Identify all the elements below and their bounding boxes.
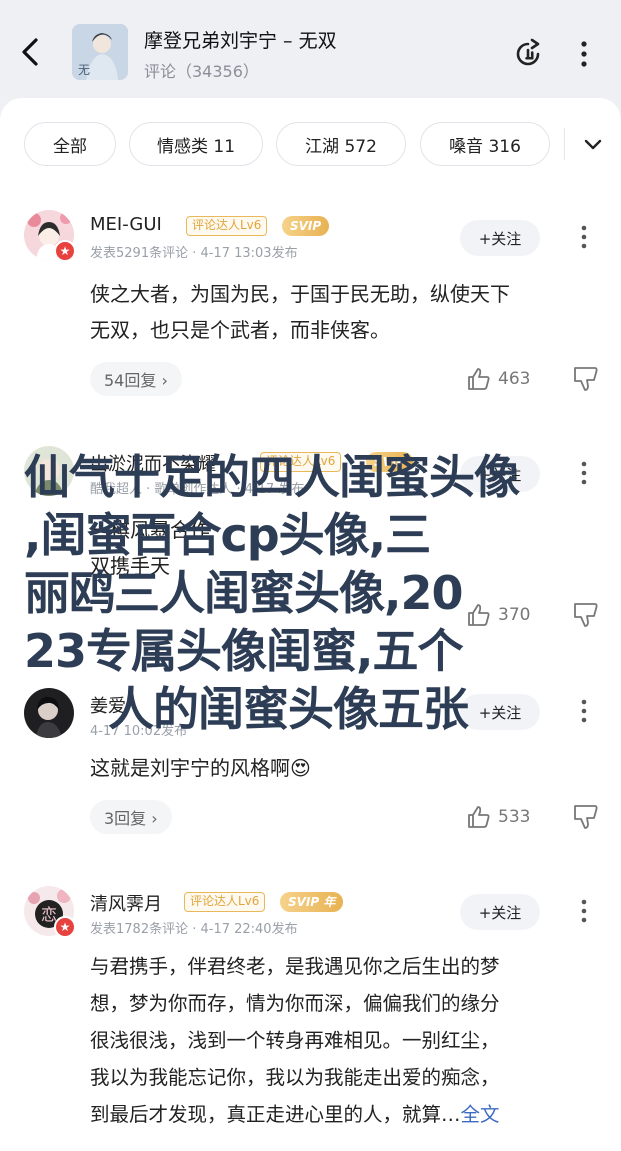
like-count: 533 <box>498 807 531 827</box>
more-options-icon[interactable] <box>572 36 596 72</box>
comment-text: 这就是刘宇宁的风格啊😍 <box>90 756 311 780</box>
full-text-link[interactable]: 全文 <box>461 1103 500 1126</box>
back-arrow-icon[interactable] <box>14 32 46 72</box>
comment-meta: 发表1782条评论 · 4-17 22:40发布 <box>90 922 298 937</box>
thumbs-down-icon[interactable] <box>572 802 600 832</box>
expand-filters-button[interactable] <box>564 122 621 166</box>
comment-count: 评论（34356） <box>144 62 259 81</box>
comment-text-line: 到最后才发现，真正走进心里的人，就算…全文 <box>90 1096 600 1133</box>
comment-text-fragment: 到最后才发现，真正走进心里的人，就算… <box>90 1103 461 1126</box>
top-bar: 无 摩登兄弟刘宇宁 – 无双 评论（34356） <box>0 0 621 100</box>
like-count: 463 <box>498 369 531 389</box>
overlay-title-line: 丽鸥三人闺蜜头像,20 <box>24 566 464 620</box>
username[interactable]: MEI-GUI <box>90 214 162 235</box>
follow-button[interactable]: +关注 <box>460 894 540 930</box>
comment-text: 侠之大者，为国为民，于国于民无助，纵使天下 无双，也只是个武者，而非侠客。 <box>90 276 600 348</box>
comment-text-line: 我以为我能忘记你，我以为我能走出爱的痴念， <box>90 1066 500 1089</box>
overlay-title-line: ,闺蜜百合cp头像,三 <box>24 508 431 562</box>
song-cover-image[interactable]: 无 <box>72 24 128 80</box>
chevron-down-icon <box>584 139 601 150</box>
thumbs-up-icon <box>468 806 490 828</box>
comment-text: 与君携手，伴君终老，是我遇见你之后生出的梦 想，梦为你而存，情为你而深，偏偏我们… <box>90 948 600 1133</box>
svg-text:无: 无 <box>78 63 90 77</box>
follow-button[interactable]: +关注 <box>460 220 540 256</box>
thumbs-down-icon[interactable] <box>572 364 600 394</box>
filter-emotion[interactable]: 情感类 11 <box>129 122 263 166</box>
filter-chips: 全部 情感类 11 江湖 572 嗓音 316 <box>24 122 621 166</box>
vip-star-icon: ★ <box>54 916 76 938</box>
song-title: 摩登兄弟刘宇宁 – 无双 <box>144 30 337 52</box>
comment-text-line: 与君携手，伴君终老，是我遇见你之后生出的梦 <box>90 955 500 978</box>
comment-meta: 发表5291条评论 · 4-17 13:03发布 <box>90 246 298 261</box>
overlay-title: 仙气十足的四人闺蜜头像 ,闺蜜百合cp头像,三 丽鸥三人闺蜜头像,20 23专属… <box>24 448 604 738</box>
level-badge: 评论达人Lv6 <box>184 892 266 912</box>
username[interactable]: 清风霁月 <box>90 890 162 916</box>
replies-button[interactable]: 3回复 › <box>90 800 172 834</box>
comment-text-line: 很浅很浅，浅到一个转身再难相见。一别红尘， <box>90 1029 500 1052</box>
like-button[interactable]: 533 <box>466 802 530 832</box>
like-button[interactable]: 463 <box>466 364 530 394</box>
filter-jianghu[interactable]: 江湖 572 <box>276 122 406 166</box>
level-badge: 评论达人Lv6 <box>186 216 268 236</box>
overlay-title-line: 仙气十足的四人闺蜜头像 <box>24 450 520 504</box>
comment-text-line: 想，梦为你而存，情为你而深，偏偏我们的缘分 <box>90 992 500 1015</box>
comment-item: ★ MEI-GUI 评论达人Lv6 SVIP 发表5291条评论 · 4-17 … <box>0 206 621 396</box>
filter-all[interactable]: 全部 <box>24 122 116 166</box>
thumbs-up-icon <box>468 368 490 390</box>
share-icon[interactable] <box>510 36 546 72</box>
overlay-title-line: 人的闺蜜头像五张 <box>108 682 469 736</box>
vip-star-icon: ★ <box>54 240 76 262</box>
comment-text-line: 侠之大者，为国为民，于国于民无助，纵使天下 <box>90 282 510 306</box>
overlay-title-line: 23专属头像闺蜜,五个 <box>24 624 464 678</box>
svip-badge: SVIP 年 <box>280 892 344 912</box>
comment-more-icon[interactable] <box>572 896 596 926</box>
replies-button[interactable]: 54回复 › <box>90 362 182 396</box>
comment-text-line: 无双，也只是个武者，而非侠客。 <box>90 318 390 342</box>
comment-item: 恋 ★ 清风霁月 评论达人Lv6 SVIP 年 发表1782条评论 · 4-17… <box>0 882 621 1151</box>
svip-badge: SVIP <box>282 216 330 236</box>
filter-voice[interactable]: 嗓音 316 <box>420 122 550 166</box>
comment-more-icon[interactable] <box>572 222 596 252</box>
